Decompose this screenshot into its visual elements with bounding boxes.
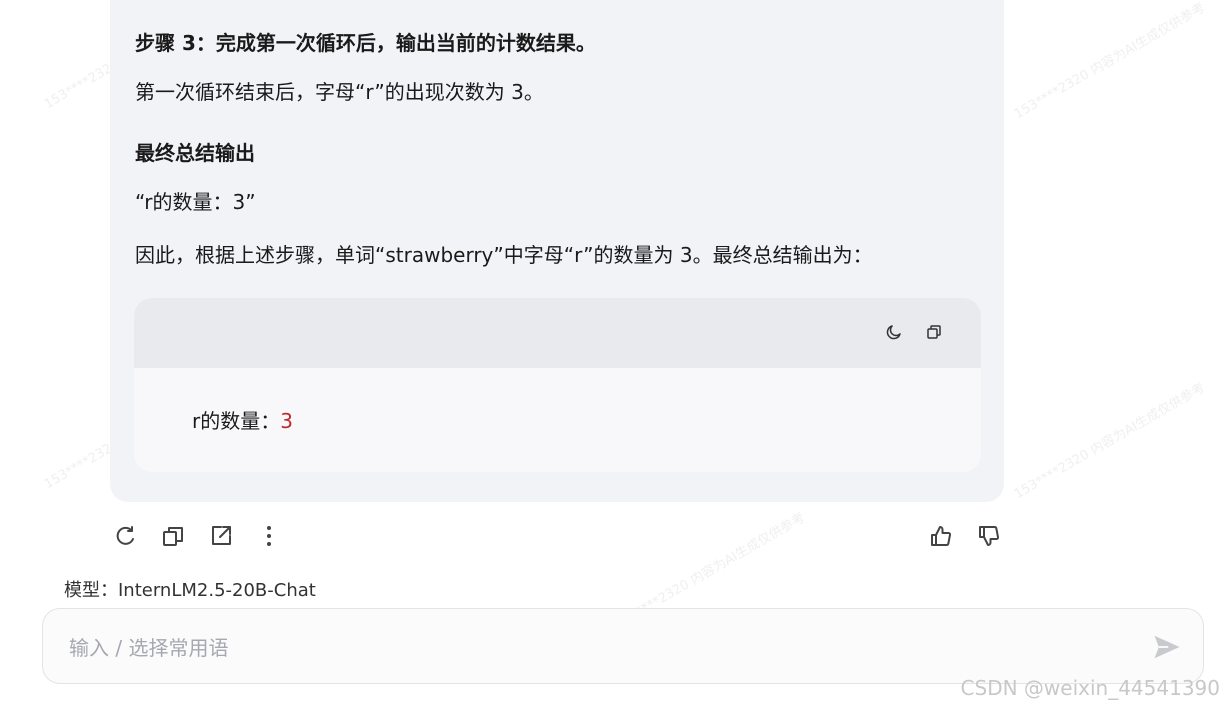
code-block-header — [134, 298, 981, 368]
copy-icon[interactable] — [160, 521, 186, 551]
quoted-output: “r的数量：3” — [135, 190, 256, 214]
moon-icon[interactable] — [882, 320, 906, 344]
code-label: r的数量： — [192, 409, 281, 433]
watermark: 153****2320 内容为AI生成仅供参考 — [1011, 380, 1208, 503]
code-line: r的数量：3 — [192, 408, 293, 434]
watermark: 153****2320 内容为AI生成仅供参考 — [1011, 0, 1208, 123]
share-icon[interactable] — [208, 521, 234, 551]
thumbs-up-icon[interactable] — [928, 521, 954, 551]
step3-text: 第一次循环结束后，字母“r”的出现次数为 3。 — [135, 80, 544, 104]
model-label: 模型：InternLM2.5-20B-Chat — [64, 580, 316, 601]
code-number: 3 — [280, 409, 293, 433]
chat-input[interactable] — [67, 631, 1111, 665]
code-block: r的数量：3 — [134, 298, 981, 472]
chat-input-box — [42, 608, 1204, 684]
csdn-watermark: CSDN @weixin_44541390 — [960, 676, 1220, 700]
message-actions-right — [928, 520, 1002, 552]
message-actions-left — [112, 520, 282, 552]
conclusion-text: 因此，根据上述步骤，单词“strawberry”中字母“r”的数量为 3。最终总… — [135, 243, 873, 267]
send-icon[interactable] — [1149, 629, 1185, 665]
more-icon[interactable] — [256, 521, 282, 551]
copy-icon[interactable] — [922, 320, 946, 344]
final-summary-heading: 最终总结输出 — [135, 141, 255, 165]
step3-heading: 步骤 3：完成第一次循环后，输出当前的计数结果。 — [135, 31, 596, 55]
thumbs-down-icon[interactable] — [976, 521, 1002, 551]
regenerate-icon[interactable] — [112, 521, 138, 551]
